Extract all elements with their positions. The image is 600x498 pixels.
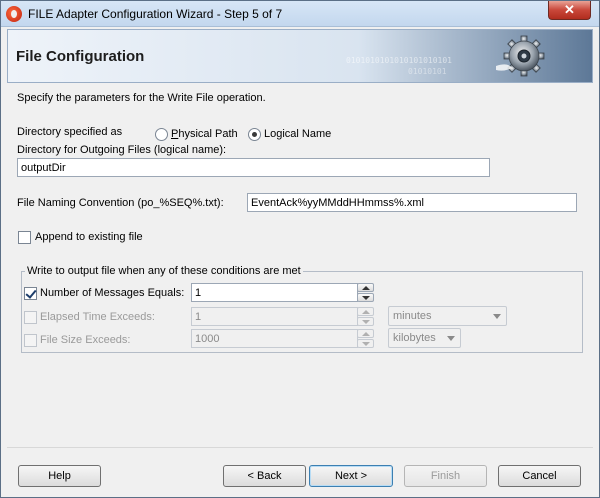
elapsed-input[interactable] xyxy=(191,307,358,326)
append-checkbox[interactable] xyxy=(18,231,31,244)
spinner-up-icon[interactable] xyxy=(357,307,374,316)
outgoing-directory-label: Directory for Outgoing Files (logical na… xyxy=(17,144,227,156)
next-button[interactable]: Next > xyxy=(309,465,393,487)
chevron-down-icon xyxy=(447,336,455,341)
header-binary-decoration-2: 01010101 xyxy=(408,67,447,76)
logical-name-radio[interactable] xyxy=(248,128,261,141)
size-label[interactable]: File Size Exceeds: xyxy=(40,334,130,346)
elapsed-spinner[interactable] xyxy=(357,307,374,326)
spinner-up-icon[interactable] xyxy=(357,329,374,338)
spinner-up-icon[interactable] xyxy=(357,283,374,292)
size-spinner[interactable] xyxy=(357,329,374,348)
gear-icon xyxy=(496,35,545,77)
window-title: FILE Adapter Configuration Wizard - Step… xyxy=(28,7,283,21)
close-button[interactable]: ✕ xyxy=(548,1,591,20)
back-button[interactable]: < Back xyxy=(223,465,306,487)
physical-path-label[interactable]: Physical Path xyxy=(171,128,238,140)
file-naming-input[interactable] xyxy=(247,193,577,212)
elapsed-label[interactable]: Elapsed Time Exceeds: xyxy=(40,311,155,323)
elapsed-unit-select[interactable]: minutes xyxy=(388,306,507,326)
outgoing-directory-input[interactable] xyxy=(17,158,490,177)
elapsed-checkbox[interactable] xyxy=(24,311,37,324)
finish-button[interactable]: Finish xyxy=(404,465,487,487)
append-label[interactable]: Append to existing file xyxy=(35,231,143,243)
chevron-down-icon xyxy=(493,314,501,319)
size-unit-value: kilobytes xyxy=(393,332,436,344)
wizard-header: File Configuration 010101010101010101010… xyxy=(7,29,593,83)
spinner-down-icon[interactable] xyxy=(357,293,374,302)
messages-spinner[interactable] xyxy=(357,283,374,302)
elapsed-unit-value: minutes xyxy=(393,310,432,322)
directory-type-label: Directory specified as xyxy=(17,126,123,138)
header-binary-decoration: 0101010101010101010101 xyxy=(346,56,452,65)
spinner-down-icon[interactable] xyxy=(357,339,374,348)
size-input[interactable] xyxy=(191,329,358,348)
wizard-content: Specify the parameters for the Write Fil… xyxy=(7,83,593,447)
conditions-legend: Write to output file when any of these c… xyxy=(25,265,303,277)
spinner-down-icon[interactable] xyxy=(357,317,374,326)
messages-checkbox[interactable] xyxy=(24,287,37,300)
messages-input[interactable] xyxy=(191,283,358,302)
wizard-window: FILE Adapter Configuration Wizard - Step… xyxy=(0,0,600,498)
cancel-button[interactable]: Cancel xyxy=(498,465,581,487)
messages-label[interactable]: Number of Messages Equals: xyxy=(40,287,184,299)
physical-path-radio[interactable] xyxy=(155,128,168,141)
size-checkbox[interactable] xyxy=(24,334,37,347)
logical-name-label[interactable]: Logical Name xyxy=(264,128,331,140)
help-button[interactable]: Help xyxy=(18,465,101,487)
physical-path-rest: hysical Path xyxy=(178,128,238,140)
file-naming-label: File Naming Convention (po_%SEQ%.txt): xyxy=(17,197,224,209)
title-bar[interactable]: FILE Adapter Configuration Wizard - Step… xyxy=(1,1,599,27)
app-icon xyxy=(6,6,22,22)
size-unit-select[interactable]: kilobytes xyxy=(388,328,461,348)
page-title: File Configuration xyxy=(16,48,145,65)
footer-separator xyxy=(7,447,593,448)
page-description: Specify the parameters for the Write Fil… xyxy=(17,92,266,104)
